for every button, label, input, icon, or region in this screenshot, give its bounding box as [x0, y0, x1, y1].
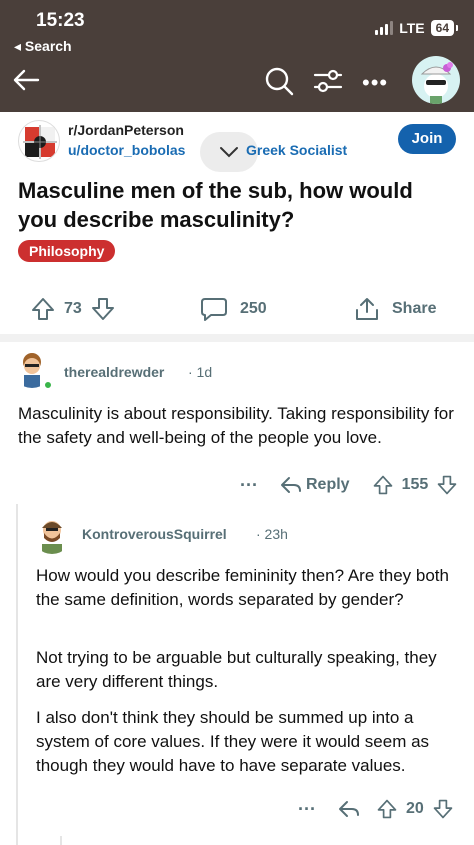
- share-icon: [356, 298, 378, 320]
- comment-more-icon[interactable]: ···: [298, 799, 316, 820]
- battery-icon: 64: [430, 20, 459, 36]
- back-to-search-link[interactable]: ◂ Search: [14, 38, 72, 55]
- upvote-icon[interactable]: [372, 474, 394, 496]
- vote-group: 73: [30, 296, 116, 322]
- post-flair-tag[interactable]: Philosophy: [18, 240, 116, 262]
- post-author-link[interactable]: u/doctor_bobolas: [68, 142, 185, 158]
- comment-time: · 23h: [256, 526, 288, 542]
- reply-button[interactable]: Reply: [306, 476, 350, 494]
- post-title: Masculine men of the sub, how would you …: [18, 178, 413, 232]
- reply-icon[interactable]: [280, 475, 302, 495]
- comment-paragraph: How would you describe femininity then? …: [36, 566, 449, 609]
- share-label: Share: [392, 300, 437, 317]
- comment-actions: ··· Reply 155: [240, 474, 458, 496]
- comment-username[interactable]: therealdrewder: [64, 364, 164, 380]
- back-arrow-icon[interactable]: [10, 64, 42, 96]
- signal-icon: [375, 21, 394, 35]
- avatar[interactable]: [412, 56, 460, 104]
- post-actions-bar: 73 250 Share: [0, 290, 474, 330]
- comment-icon: [201, 298, 227, 321]
- user-flair: Greek Socialist: [246, 142, 348, 158]
- comment: KontroverousSquirrel · 23h How would you…: [0, 508, 474, 845]
- post-header: r/JordanPeterson u/doctor_bobolas Greek …: [18, 120, 458, 172]
- nested-thread-line[interactable]: [60, 836, 62, 845]
- subreddit-name[interactable]: r/JordanPeterson: [68, 122, 184, 138]
- share-button[interactable]: Share: [354, 296, 436, 322]
- comment-vote-count: 155: [401, 476, 429, 493]
- reply-icon[interactable]: [338, 799, 360, 819]
- downvote-icon[interactable]: [432, 798, 454, 820]
- subreddit-icon[interactable]: [18, 120, 60, 162]
- comment-body: Masculinity is about responsibility. Tak…: [18, 404, 454, 447]
- comments-button[interactable]: 250: [200, 296, 267, 322]
- comment-paragraph: I also don't think they should be summed…: [36, 708, 430, 775]
- chevron-down-icon: [220, 147, 238, 158]
- status-indicators: LTE 64: [375, 20, 459, 36]
- status-time: 15:23: [36, 10, 85, 31]
- online-status-dot: [43, 380, 53, 390]
- comment-more-icon[interactable]: ···: [240, 475, 258, 496]
- upvote-count: 73: [64, 300, 82, 317]
- search-icon[interactable]: [264, 66, 294, 96]
- comment-actions: ··· 20: [298, 798, 454, 820]
- comment-count: 250: [240, 300, 267, 317]
- section-divider: [0, 334, 474, 342]
- upvote-icon[interactable]: [376, 798, 398, 820]
- comment-vote-count: 20: [405, 800, 424, 817]
- downvote-icon[interactable]: [90, 296, 116, 322]
- comment-paragraph: Not trying to be arguable but culturally…: [36, 648, 437, 691]
- network-label: LTE: [399, 20, 425, 36]
- comment-time: · 1d: [188, 364, 213, 380]
- filter-icon[interactable]: [312, 66, 344, 96]
- comment-username[interactable]: KontroverousSquirrel: [82, 526, 227, 542]
- top-bar: 15:23 ◂ Search LTE 64 •••: [0, 0, 474, 112]
- join-button[interactable]: Join: [398, 124, 456, 154]
- upvote-icon[interactable]: [30, 296, 56, 322]
- more-options-icon[interactable]: •••: [362, 70, 388, 96]
- downvote-icon[interactable]: [436, 474, 458, 496]
- commenter-avatar[interactable]: [32, 514, 72, 554]
